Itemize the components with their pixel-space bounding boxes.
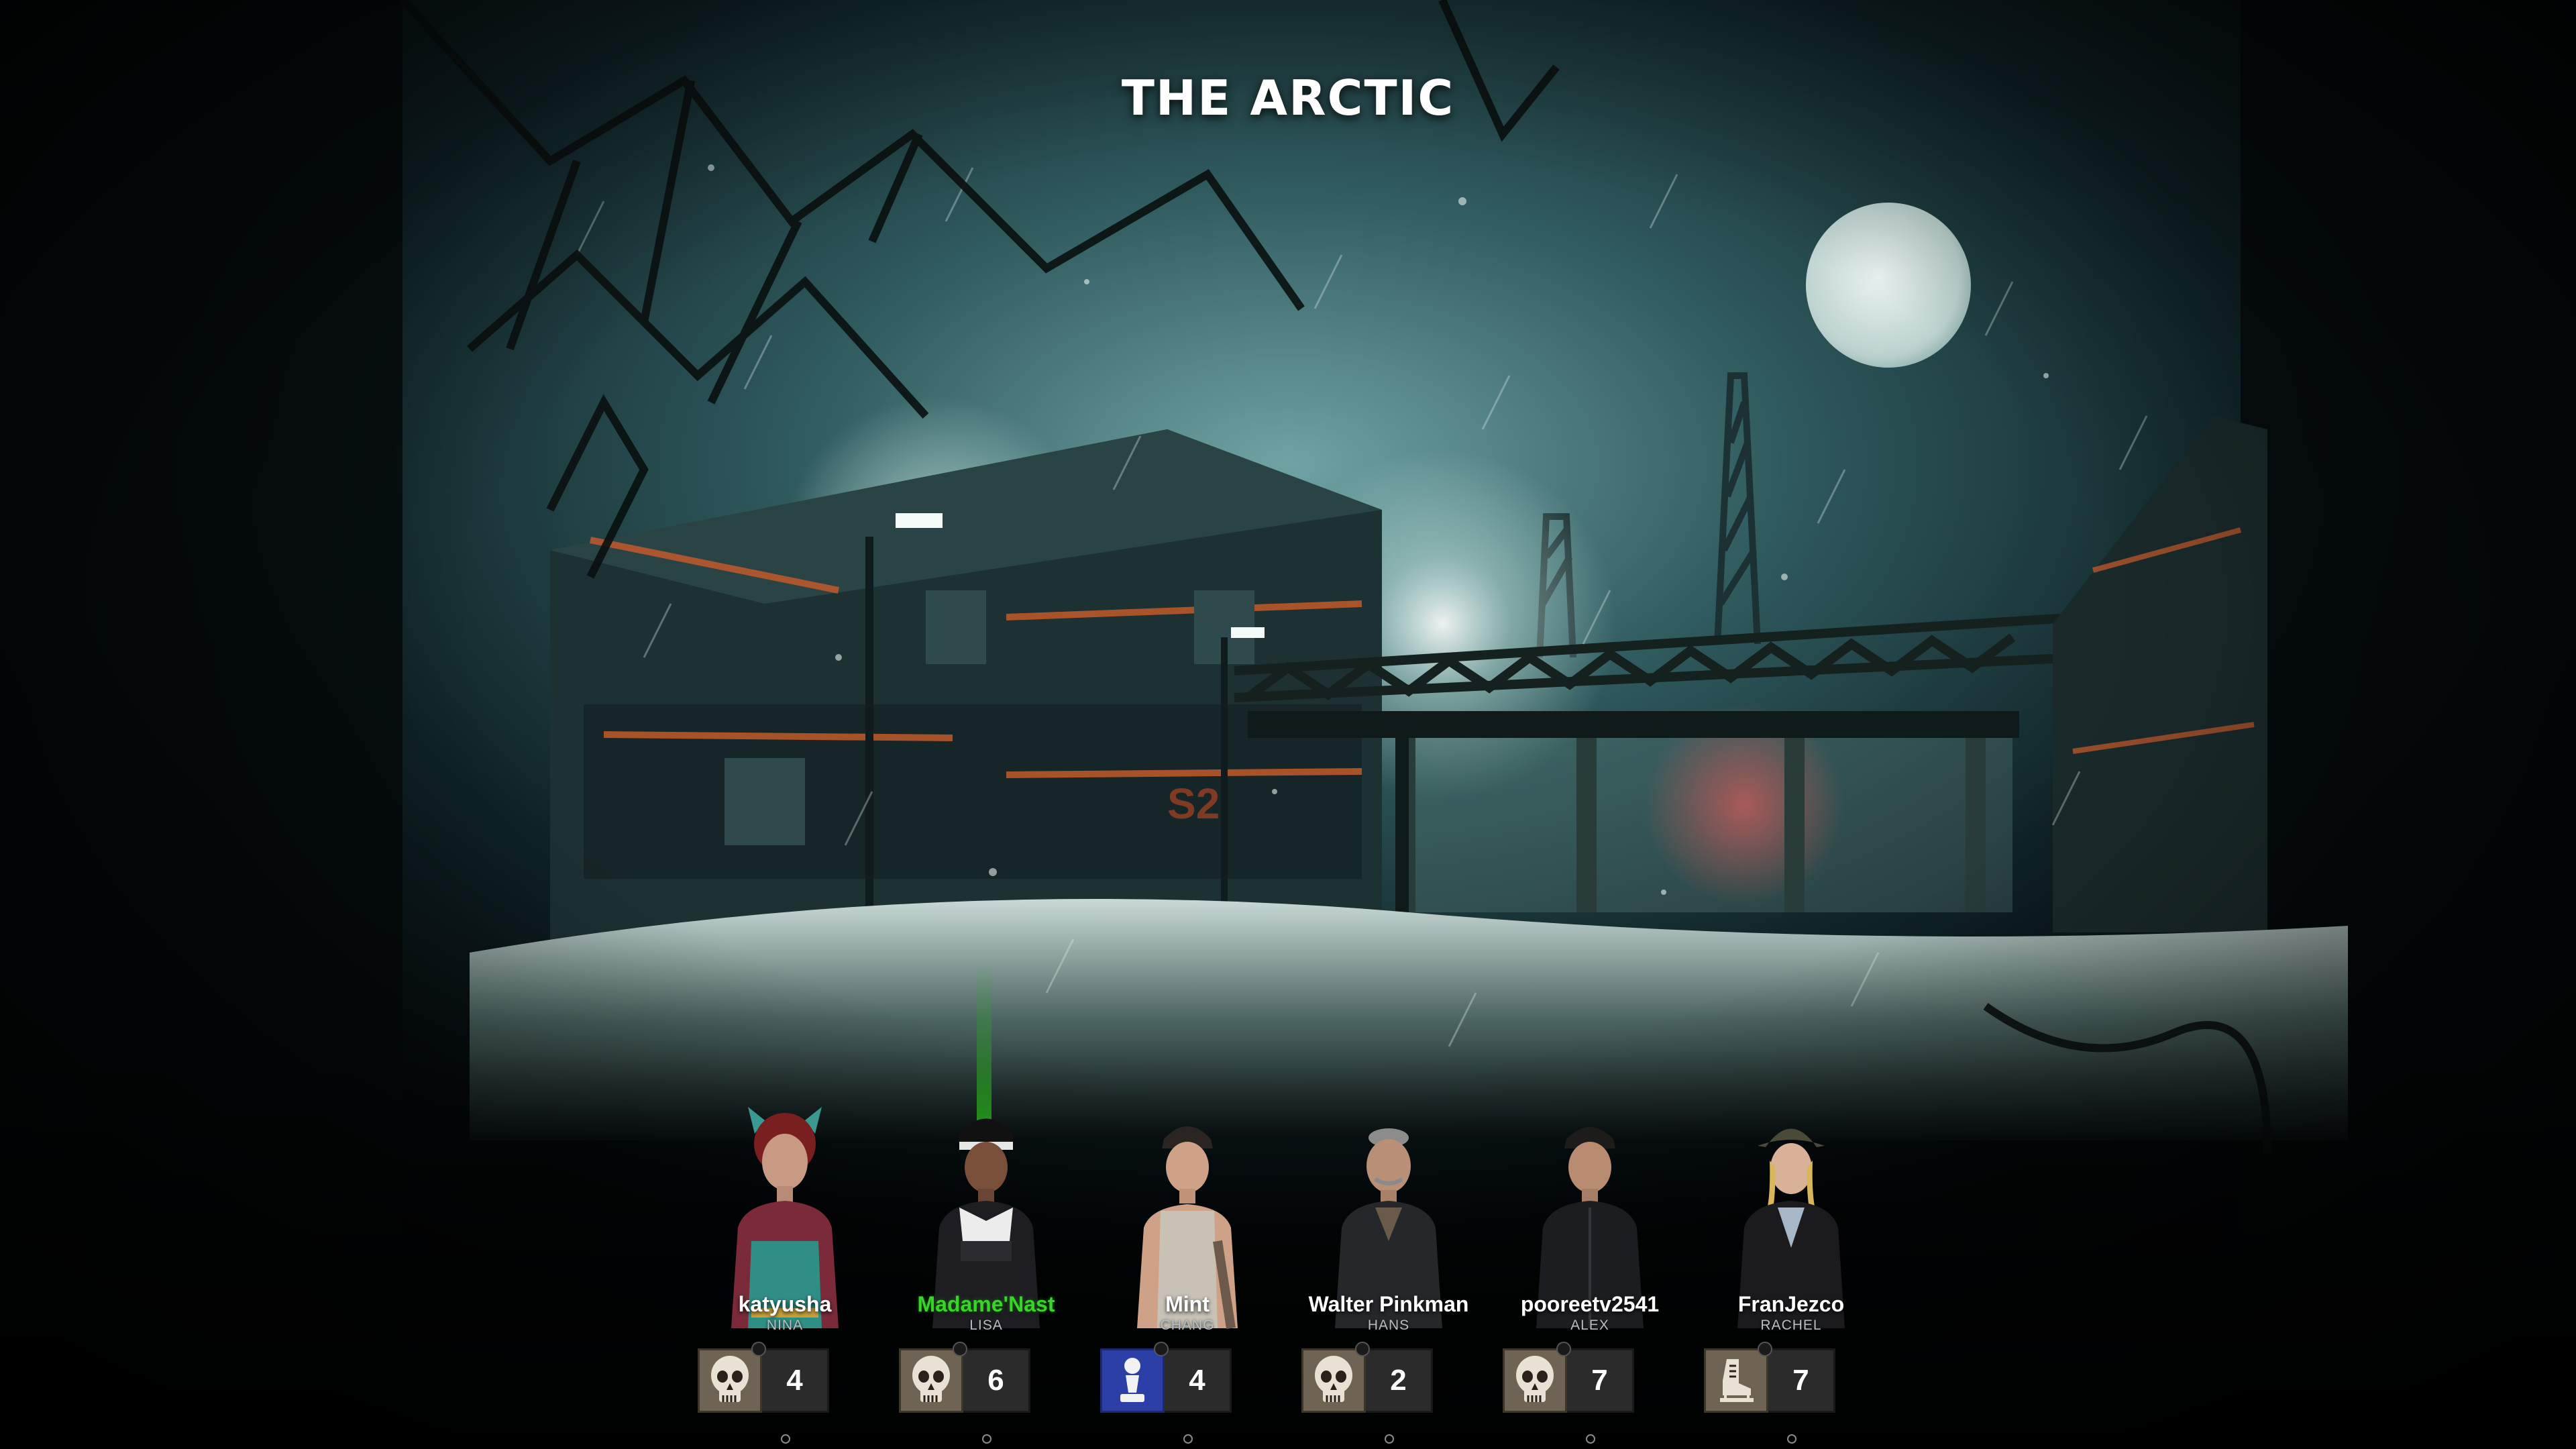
player-slot[interactable]: Mint CHANG 4	[1087, 1107, 1288, 1449]
score-value: 7	[1768, 1348, 1835, 1413]
player-slot[interactable]: katyusha NINA 4	[684, 1107, 885, 1449]
map-title: THE ARCTIC	[1121, 70, 1455, 126]
slot-indicator-dot	[781, 1434, 790, 1444]
lobby-screen: S2	[0, 0, 2576, 1449]
score-value: 7	[1567, 1348, 1634, 1413]
ice-skate-icon	[1720, 1359, 1754, 1402]
connector-dot	[953, 1342, 967, 1356]
slot-indicator-dot	[1787, 1434, 1796, 1444]
player-slot[interactable]: FranJezco RACHEL 7	[1690, 1107, 1892, 1449]
skull-icon	[1315, 1356, 1352, 1402]
slot-indicator-dot	[1385, 1434, 1394, 1444]
skull-icon	[1516, 1356, 1554, 1402]
slot-indicator-dot	[1586, 1434, 1595, 1444]
skull-icon	[711, 1356, 749, 1402]
player-slot[interactable]: pooreetv2541 ALEX 7	[1489, 1107, 1690, 1449]
role-badge	[899, 1348, 963, 1413]
player-slot[interactable]: Walter Pinkman HANS 2	[1288, 1107, 1489, 1449]
chess-pawn-icon	[1120, 1358, 1144, 1402]
character-name: NINA	[766, 1318, 804, 1333]
player-stat-card: 2	[1301, 1348, 1433, 1413]
role-badge	[698, 1348, 762, 1413]
score-value: 4	[762, 1348, 829, 1413]
skull-icon	[912, 1356, 950, 1402]
score-value: 4	[1165, 1348, 1232, 1413]
character-name: RACHEL	[1760, 1318, 1822, 1333]
character-name: CHANG	[1160, 1318, 1215, 1333]
connector-dot	[1556, 1342, 1571, 1356]
player-stat-card: 7	[1503, 1348, 1634, 1413]
player-stat-card: 4	[1100, 1348, 1232, 1413]
character-name: ALEX	[1570, 1318, 1609, 1333]
connector-dot	[1355, 1342, 1370, 1356]
player-stat-card: 4	[698, 1348, 829, 1413]
connector-dot	[751, 1342, 766, 1356]
role-badge	[1503, 1348, 1567, 1413]
character-name: HANS	[1367, 1318, 1410, 1333]
connector-dot	[1154, 1342, 1169, 1356]
slot-indicator-dot	[1183, 1434, 1193, 1444]
score-value: 2	[1366, 1348, 1433, 1413]
connector-dot	[1758, 1342, 1772, 1356]
player-slot[interactable]: Madame'Nast LISA 6	[885, 1107, 1087, 1449]
role-badge	[1301, 1348, 1366, 1413]
player-name: FranJezco	[1737, 1292, 1845, 1316]
slot-indicator-dot	[982, 1434, 991, 1444]
player-stat-card: 6	[899, 1348, 1030, 1413]
host-indicator-beam	[977, 959, 991, 1120]
role-badge	[1100, 1348, 1165, 1413]
player-stat-card: 7	[1704, 1348, 1835, 1413]
score-value: 6	[963, 1348, 1030, 1413]
role-badge	[1704, 1348, 1768, 1413]
character-name: LISA	[969, 1318, 1003, 1333]
